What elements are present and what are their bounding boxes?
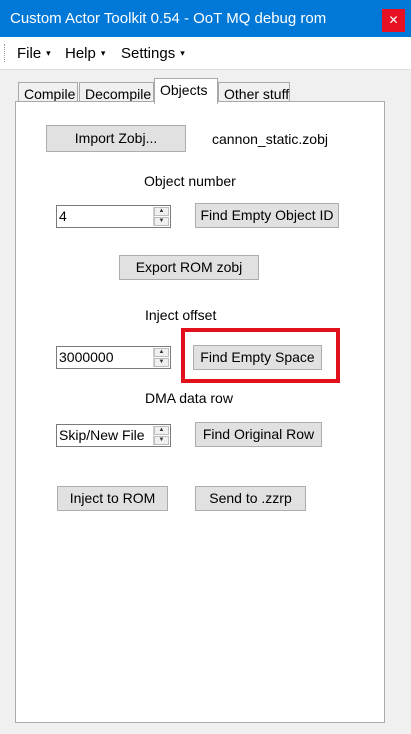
tab-objects-label: Objects bbox=[160, 82, 208, 98]
arrow-up-icon[interactable]: ▲ bbox=[154, 348, 169, 357]
menu-file[interactable]: File ▾ bbox=[17, 45, 51, 62]
tab-decompile-label: Decompile bbox=[85, 86, 152, 102]
object-number-stepper[interactable]: 4 ▲ ▼ bbox=[56, 205, 171, 228]
inject-to-rom-button[interactable]: Inject to ROM bbox=[57, 486, 168, 511]
chevron-down-icon: ▾ bbox=[100, 48, 106, 58]
dma-row-stepper[interactable]: Skip/New File ▲ ▼ bbox=[56, 424, 171, 447]
export-rom-zobj-button[interactable]: Export ROM zobj bbox=[119, 255, 259, 280]
dma-row-value: Skip/New File bbox=[59, 427, 145, 443]
inject-offset-label: Inject offset bbox=[145, 307, 217, 323]
find-empty-space-button[interactable]: Find Empty Space bbox=[193, 345, 322, 370]
tab-compile[interactable]: Compile bbox=[18, 82, 78, 102]
dma-data-row-label: DMA data row bbox=[145, 390, 233, 406]
find-original-row-button[interactable]: Find Original Row bbox=[195, 422, 322, 447]
close-icon: ✕ bbox=[388, 13, 399, 27]
stepper-arrows: ▲ ▼ bbox=[153, 207, 169, 226]
stepper-arrows: ▲ ▼ bbox=[153, 348, 169, 367]
title-bar: Custom Actor Toolkit 0.54 - OoT MQ debug… bbox=[0, 0, 411, 37]
send-to-zzrp-button[interactable]: Send to .zzrp bbox=[195, 486, 306, 511]
inject-offset-stepper[interactable]: 3000000 ▲ ▼ bbox=[56, 346, 171, 369]
menu-help-label: Help bbox=[65, 45, 96, 62]
close-button[interactable]: ✕ bbox=[382, 9, 405, 32]
tab-compile-label: Compile bbox=[24, 86, 76, 102]
arrow-down-icon[interactable]: ▼ bbox=[154, 436, 169, 445]
tab-other-stuff-label: Other stuff bbox=[224, 86, 290, 102]
menu-file-label: File bbox=[17, 45, 42, 62]
arrow-up-icon[interactable]: ▲ bbox=[154, 207, 169, 216]
tab-decompile[interactable]: Decompile bbox=[79, 82, 154, 102]
objects-panel bbox=[15, 101, 385, 723]
tab-objects[interactable]: Objects bbox=[154, 78, 218, 104]
chevron-down-icon: ▾ bbox=[46, 48, 51, 58]
imported-file-name: cannon_static.zobj bbox=[212, 131, 328, 147]
object-number-value: 4 bbox=[59, 208, 67, 224]
stepper-arrows: ▲ ▼ bbox=[153, 426, 169, 445]
chevron-down-icon: ▾ bbox=[180, 48, 185, 58]
window-title: Custom Actor Toolkit 0.54 - OoT MQ debug… bbox=[10, 10, 327, 27]
menu-grip-icon bbox=[4, 44, 8, 62]
menu-settings-label: Settings bbox=[121, 45, 176, 62]
menu-bar: File ▾ Help ▾ Settings ▾ bbox=[0, 37, 411, 70]
menu-help[interactable]: Help ▾ bbox=[65, 45, 105, 62]
tab-other-stuff[interactable]: Other stuff bbox=[218, 82, 290, 102]
arrow-up-icon[interactable]: ▲ bbox=[154, 426, 169, 435]
import-zobj-button[interactable]: Import Zobj... bbox=[46, 125, 186, 152]
inject-offset-value: 3000000 bbox=[59, 349, 114, 365]
menu-settings[interactable]: Settings ▾ bbox=[121, 45, 185, 62]
object-number-label: Object number bbox=[144, 173, 236, 189]
arrow-down-icon[interactable]: ▼ bbox=[154, 358, 169, 367]
arrow-down-icon[interactable]: ▼ bbox=[154, 217, 169, 226]
find-empty-object-id-button[interactable]: Find Empty Object ID bbox=[195, 203, 339, 228]
